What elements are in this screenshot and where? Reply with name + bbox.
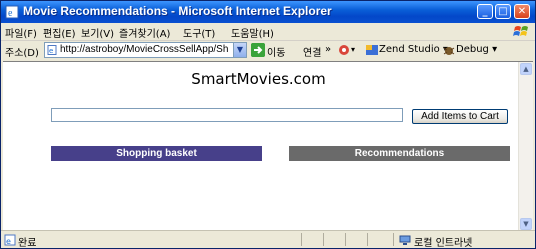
recommendations-header: Recommendations <box>289 146 510 161</box>
debug-menu[interactable]: Debug ▾ <box>456 44 497 55</box>
address-dropdown-icon[interactable]: ▼ <box>233 43 246 57</box>
window-title: Movie Recommendations - Microsoft Intern… <box>23 4 332 18</box>
intranet-icon <box>399 235 411 245</box>
status-divider <box>393 233 394 246</box>
menu-file[interactable]: 파일(F) <box>5 25 37 40</box>
tools-icon[interactable] <box>337 43 351 57</box>
maximize-button[interactable]: □ <box>495 4 511 19</box>
svg-text:e: e <box>6 237 11 246</box>
ie-page-icon: e <box>5 5 19 19</box>
debug-icon[interactable] <box>442 43 456 57</box>
address-label: 주소(D) <box>5 48 39 59</box>
close-button[interactable]: ✕ <box>514 4 530 19</box>
page-viewport: SmartMovies.com Add Items to Cart Shoppi… <box>3 61 533 248</box>
address-url[interactable]: http://astroboy/MovieCrossSellApp/Shoppi… <box>60 44 228 55</box>
menu-edit[interactable]: 편집(E) <box>43 25 76 40</box>
address-field[interactable]: e http://astroboy/MovieCrossSellApp/Shop… <box>44 42 247 58</box>
security-zone-text: 로컬 인트라넷 <box>414 238 473 249</box>
links-label[interactable]: 연결 <box>303 44 321 59</box>
windows-flag-icon <box>513 26 528 36</box>
menu-bar: 파일(F) 편집(E) 보기(V) 즐겨찾기(A) 도구(T) 도움말(H) <box>1 23 535 41</box>
menu-tools[interactable]: 도구(T) <box>183 25 215 40</box>
add-items-button[interactable]: Add Items to Cart <box>412 109 508 124</box>
title-bar[interactable]: e Movie Recommendations - Microsoft Inte… <box>1 1 535 23</box>
links-chevron[interactable]: » <box>325 44 331 55</box>
vertical-scrollbar[interactable]: ▲ ▼ <box>518 62 533 248</box>
shopping-basket-header: Shopping basket <box>51 146 262 161</box>
svg-text:e: e <box>8 8 13 19</box>
zend-studio-menu[interactable]: Zend Studio ▾ <box>379 44 448 55</box>
done-icon: e <box>4 234 16 246</box>
address-bar: 주소(D) e http://astroboy/MovieCrossSellAp… <box>1 41 535 60</box>
tools-dropdown-icon[interactable]: ▾ <box>351 45 355 54</box>
scroll-up-icon[interactable]: ▲ <box>520 63 532 75</box>
menu-favorites[interactable]: 즐겨찾기(A) <box>119 25 170 40</box>
zend-icon[interactable] <box>365 43 379 57</box>
item-input[interactable] <box>51 108 403 122</box>
go-arrow-icon[interactable] <box>251 43 265 57</box>
svg-text:e: e <box>49 47 53 55</box>
status-divider <box>301 233 302 246</box>
go-button-label[interactable]: 이동 <box>267 44 285 59</box>
status-divider <box>323 233 324 246</box>
status-bar: e 완료 로컬 인트라넷 <box>1 230 535 249</box>
browser-window: e Movie Recommendations - Microsoft Inte… <box>0 0 536 249</box>
menu-help[interactable]: 도움말(H) <box>231 25 274 40</box>
status-divider <box>345 233 346 246</box>
menu-view[interactable]: 보기(V) <box>81 25 114 40</box>
scroll-down-icon[interactable]: ▼ <box>520 218 532 230</box>
page-title: SmartMovies.com <box>191 70 326 88</box>
minimize-button[interactable]: _ <box>477 4 493 19</box>
page-icon: e <box>47 45 57 55</box>
status-text: 완료 <box>18 238 37 249</box>
status-divider <box>367 233 368 246</box>
